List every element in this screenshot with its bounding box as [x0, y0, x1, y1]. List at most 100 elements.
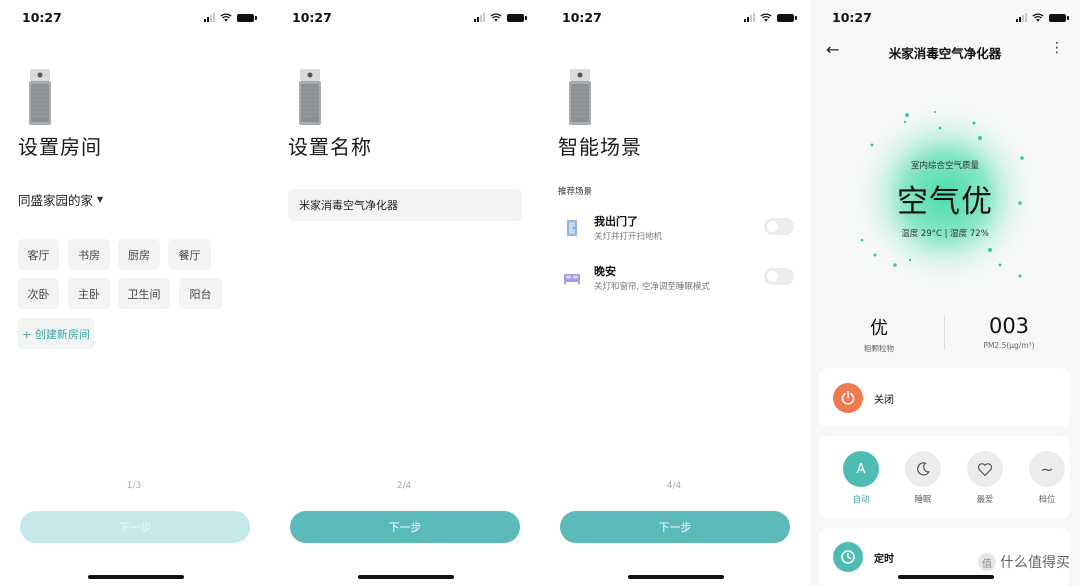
battery-icon [1049, 13, 1069, 22]
mode-label: 档位 [1038, 495, 1056, 505]
watermark: 值 什么值得买 [978, 552, 1070, 572]
wifi-icon [760, 13, 772, 22]
next-button[interactable]: 下一步 [290, 511, 520, 543]
next-button[interactable]: 下一步 [20, 511, 250, 543]
room-chip[interactable]: 厨房 [118, 239, 160, 270]
status-bar: 10:27 [810, 10, 1080, 28]
scene-title: 晚安 [594, 265, 616, 278]
page-title: 设置房间 [18, 135, 102, 159]
temp-humidity: 温度 29°C | 湿度 72% [901, 229, 989, 239]
scene-item[interactable]: 晚安 关灯和窗帘, 空净调至睡眠模式 [562, 263, 794, 297]
auto-icon: A [843, 451, 879, 487]
create-room-button[interactable]: + 创建新房间 [18, 318, 94, 349]
power-icon[interactable] [833, 383, 863, 413]
room-chip[interactable]: 主卧 [68, 278, 110, 309]
air-quality-value: 空气优 [897, 184, 993, 220]
metric-label: 粗颗粒物 [864, 344, 894, 353]
battery-icon [507, 13, 527, 22]
screen-smart-scenes: 10:27 智能场景 推荐场景 我出门了 关灯并打开扫地机 晚安 关灯和窗帘, … [540, 0, 808, 586]
status-bar: 10:27 [270, 10, 538, 28]
screen-device-control: 10:27 ← 米家消毒空气净化器 ⋮ 室内综合空气质量 空气优 温度 29°C… [810, 0, 1080, 586]
status-icons [1016, 13, 1069, 22]
signal-icon [744, 13, 755, 22]
next-button[interactable]: 下一步 [560, 511, 790, 543]
signal-icon [204, 13, 215, 22]
screen-set-name: 10:27 设置名称 米家消毒空气净化器 2/4 下一步 [270, 0, 538, 586]
watermark-text: 什么值得买 [1000, 555, 1070, 571]
step-indicator: 2/4 [396, 481, 412, 491]
wave-icon: ~ [1029, 451, 1065, 487]
mode-auto[interactable]: A 自动 [836, 451, 886, 505]
metric-value: 003 [988, 314, 1030, 338]
room-chip[interactable]: 卫生间 [118, 278, 170, 309]
room-chip[interactable]: 次卧 [18, 278, 59, 309]
battery-icon [237, 13, 257, 22]
home-indicator [898, 575, 994, 579]
status-icons [744, 13, 797, 22]
purifier-image [26, 68, 54, 126]
device-name-input[interactable]: 米家消毒空气净化器 [288, 189, 522, 221]
power-card[interactable]: 关闭 [819, 368, 1070, 427]
scene-toggle[interactable] [764, 218, 794, 235]
status-time: 10:27 [832, 10, 872, 25]
status-time: 10:27 [22, 10, 62, 25]
status-time: 10:27 [562, 10, 602, 25]
wifi-icon [1032, 13, 1044, 22]
room-chip[interactable]: 书房 [68, 239, 110, 270]
page-title: 智能场景 [558, 135, 642, 159]
room-chip[interactable]: 餐厅 [168, 239, 211, 270]
mode-label: 睡眠 [914, 495, 932, 505]
metric-value: 优 [870, 318, 888, 339]
bed-icon [562, 268, 582, 288]
wifi-icon [220, 13, 232, 22]
screen-set-room: 10:27 设置房间 同盛家园的家 ▼ 客厅 书房 厨房 餐厅 次卧 主卧 卫生… [0, 0, 268, 586]
metric-pm25: 003 PM2.5(μg/m³) [949, 314, 1069, 350]
heart-icon [967, 451, 1003, 487]
home-indicator [358, 575, 454, 579]
scene-item[interactable]: 我出门了 关灯并打开扫地机 [562, 213, 794, 247]
signal-icon [1016, 13, 1027, 22]
device-title: 米家消毒空气净化器 [888, 46, 1002, 61]
scene-title: 我出门了 [594, 215, 638, 228]
moon-icon [905, 451, 941, 487]
mode-label: 自动 [852, 495, 870, 505]
purifier-image [296, 68, 324, 126]
battery-icon [777, 13, 797, 22]
section-heading: 推荐场景 [558, 187, 593, 197]
signal-icon [474, 13, 485, 22]
status-icons [474, 13, 527, 22]
metric-divider [944, 316, 945, 350]
mode-card: A 自动 睡眠 最爱 ~ 档位 [819, 436, 1070, 519]
air-quality-label: 室内综合空气质量 [910, 161, 979, 171]
home-indicator [628, 575, 724, 579]
clock-icon[interactable] [833, 542, 863, 572]
timer-label: 定时 [874, 554, 894, 565]
scene-toggle[interactable] [764, 268, 794, 285]
home-selector[interactable]: 同盛家园的家 ▼ [18, 190, 103, 209]
metric-label: PM2.5(μg/m³) [983, 341, 1035, 350]
status-icons [204, 13, 257, 22]
status-bar: 10:27 [0, 10, 268, 28]
step-indicator: 1/3 [126, 481, 142, 491]
step-indicator: 4/4 [666, 481, 682, 491]
mode-sleep[interactable]: 睡眠 [898, 451, 948, 505]
wifi-icon [490, 13, 502, 22]
more-menu-icon[interactable]: ⋮ [1050, 40, 1064, 56]
home-indicator [88, 575, 184, 579]
home-name: 同盛家园的家 [18, 193, 94, 208]
mode-favorite[interactable]: 最爱 [960, 451, 1010, 505]
purifier-image [566, 68, 594, 126]
caret-down-icon: ▼ [97, 195, 104, 204]
power-label: 关闭 [874, 395, 894, 406]
room-chip[interactable]: 阳台 [179, 278, 222, 309]
mode-level[interactable]: ~ 档位 [1022, 451, 1072, 505]
status-bar: 10:27 [540, 10, 808, 28]
room-chip[interactable]: 客厅 [18, 239, 59, 270]
status-time: 10:27 [292, 10, 332, 25]
door-icon [562, 218, 582, 238]
page-title: 设置名称 [288, 135, 372, 159]
scene-desc: 关灯和窗帘, 空净调至睡眠模式 [594, 282, 710, 292]
metric-coarse-particles: 优 粗颗粒物 [819, 314, 939, 354]
app-bar: ← 米家消毒空气净化器 ⋮ [810, 40, 1080, 64]
mode-label: 最爱 [976, 495, 994, 505]
